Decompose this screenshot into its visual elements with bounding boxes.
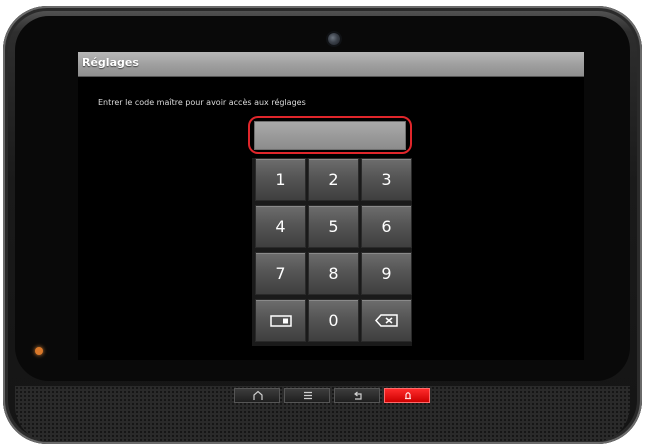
instruction-text: Entrer le code maître pour avoir accès a… — [98, 98, 306, 107]
bell-icon — [405, 392, 411, 400]
key-0[interactable]: 0 — [308, 299, 359, 342]
key-7[interactable]: 7 — [255, 252, 306, 295]
menu-icon — [304, 391, 312, 400]
hardware-button-bar — [234, 388, 430, 404]
key-9[interactable]: 9 — [361, 252, 412, 295]
key-8[interactable]: 8 — [308, 252, 359, 295]
code-input-highlight — [248, 116, 412, 154]
status-led — [35, 347, 43, 355]
key-3[interactable]: 3 — [361, 158, 412, 201]
menu-button[interactable] — [284, 388, 330, 403]
title-bar: Réglages — [78, 52, 584, 77]
backspace-icon — [374, 314, 398, 327]
alert-button[interactable] — [384, 388, 430, 403]
home-button[interactable] — [234, 388, 280, 403]
back-icon — [354, 391, 362, 400]
back-button[interactable] — [334, 388, 380, 403]
screen: Réglages Entrer le code maître pour avoi… — [78, 52, 584, 360]
keyboard-key[interactable] — [255, 299, 306, 342]
keyboard-icon — [269, 314, 292, 327]
camera-icon — [328, 33, 340, 45]
home-icon — [253, 390, 263, 400]
page-title: Réglages — [82, 56, 139, 69]
keypad: 1 2 3 4 5 6 7 8 9 0 — [252, 158, 412, 346]
key-1[interactable]: 1 — [255, 158, 306, 201]
key-6[interactable]: 6 — [361, 205, 412, 248]
key-2[interactable]: 2 — [308, 158, 359, 201]
key-4[interactable]: 4 — [255, 205, 306, 248]
key-5[interactable]: 5 — [308, 205, 359, 248]
backspace-key[interactable] — [361, 299, 412, 342]
